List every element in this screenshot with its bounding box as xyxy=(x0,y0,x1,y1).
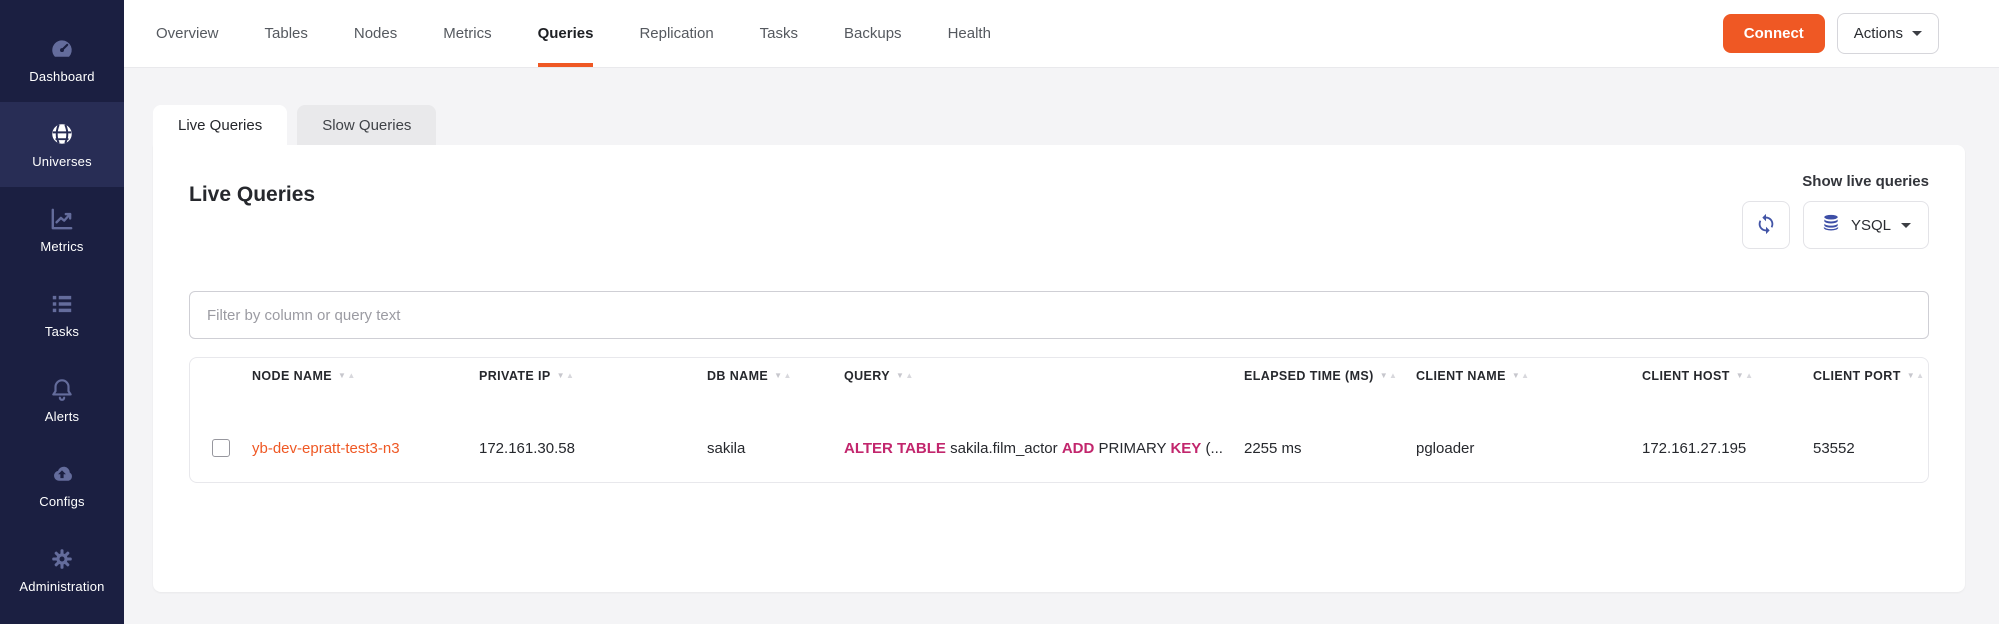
client-name-cell: pgloader xyxy=(1416,440,1642,457)
sidebar-item-label: Metrics xyxy=(40,239,83,254)
sort-icon: ▼▲ xyxy=(1907,372,1925,380)
nav-tab-tasks[interactable]: Tasks xyxy=(760,0,798,67)
client-host-cell: 172.161.27.195 xyxy=(1642,440,1813,457)
nav-tab-backups[interactable]: Backups xyxy=(844,0,902,67)
control-row: YSQL xyxy=(1742,201,1929,249)
sidebar-item-label: Administration xyxy=(19,579,104,594)
sort-icon: ▼▲ xyxy=(1512,372,1530,380)
app-root: Dashboard Universes Metrics xyxy=(0,0,1999,624)
row-checkbox[interactable] xyxy=(212,439,230,457)
nav-tab-replication[interactable]: Replication xyxy=(639,0,713,67)
live-query-controls: Show live queries xyxy=(1742,173,1929,249)
column-header-client-name[interactable]: CLIENT NAME ▼▲ xyxy=(1416,369,1642,383)
sidebar-item-label: Configs xyxy=(39,494,84,509)
tab-live-queries[interactable]: Live Queries xyxy=(153,105,287,145)
sort-icon: ▼▲ xyxy=(338,372,356,380)
nav-tab-queries[interactable]: Queries xyxy=(538,0,594,67)
sidebar-item-administration[interactable]: Administration xyxy=(0,527,124,612)
sidebar-item-label: Universes xyxy=(32,154,92,169)
nav-tab-health[interactable]: Health xyxy=(948,0,991,67)
node-name-link[interactable]: yb-dev-epratt-test3-n3 xyxy=(252,440,479,457)
queries-content: Live Queries Slow Queries Live Queries S… xyxy=(124,68,1999,624)
live-queries-panel: Live Queries Show live queries xyxy=(153,145,1965,592)
sort-icon: ▼▲ xyxy=(896,372,914,380)
live-queries-table: NODE NAME ▼▲ PRIVATE IP ▼▲ DB NAME ▼▲ xyxy=(189,357,1929,483)
chevron-down-icon xyxy=(1901,223,1911,228)
gear-icon xyxy=(49,546,75,572)
chevron-down-icon xyxy=(1912,31,1922,36)
actions-dropdown-label: Actions xyxy=(1854,25,1903,42)
sidebar-item-metrics[interactable]: Metrics xyxy=(0,187,124,272)
table-row: yb-dev-epratt-test3-n3 172.161.30.58 sak… xyxy=(190,414,1928,482)
sort-icon: ▼▲ xyxy=(1736,372,1754,380)
column-header-node-name[interactable]: NODE NAME ▼▲ xyxy=(252,369,479,383)
main-column: Overview Tables Nodes Metrics Queries Re… xyxy=(124,0,1999,624)
actions-dropdown-button[interactable]: Actions xyxy=(1837,13,1939,54)
table-header-row: NODE NAME ▼▲ PRIVATE IP ▼▲ DB NAME ▼▲ xyxy=(190,358,1928,414)
sort-icon: ▼▲ xyxy=(557,372,575,380)
tab-slow-queries[interactable]: Slow Queries xyxy=(297,105,436,145)
refresh-icon xyxy=(1755,213,1777,238)
sidebar-item-alerts[interactable]: Alerts xyxy=(0,357,124,442)
panel-header: Live Queries Show live queries xyxy=(189,173,1929,249)
column-header-client-port[interactable]: CLIENT PORT ▼▲ xyxy=(1813,369,1928,383)
nav-tab-overview[interactable]: Overview xyxy=(156,0,219,67)
column-header-client-host[interactable]: CLIENT HOST ▼▲ xyxy=(1642,369,1813,383)
queries-tab-bar: Live Queries Slow Queries xyxy=(153,105,1965,145)
client-port-cell: 53552 xyxy=(1813,440,1928,457)
globe-icon xyxy=(49,121,75,147)
column-header-private-ip[interactable]: PRIVATE IP ▼▲ xyxy=(479,369,707,383)
sidebar-item-label: Alerts xyxy=(45,409,79,424)
sidebar-item-tasks[interactable]: Tasks xyxy=(0,272,124,357)
column-header-elapsed-time[interactable]: ELAPSED TIME (MS) ▼▲ xyxy=(1244,369,1416,383)
nav-tab-nodes[interactable]: Nodes xyxy=(354,0,397,67)
sidebar: Dashboard Universes Metrics xyxy=(0,0,124,624)
line-chart-icon xyxy=(49,206,75,232)
elapsed-time-cell: 2255 ms xyxy=(1244,440,1416,457)
sidebar-item-label: Dashboard xyxy=(29,69,94,84)
sidebar-item-dashboard[interactable]: Dashboard xyxy=(0,17,124,102)
api-selector-dropdown[interactable]: YSQL xyxy=(1803,201,1929,249)
sidebar-item-universes[interactable]: Universes xyxy=(0,102,124,187)
column-header-db-name[interactable]: DB NAME ▼▲ xyxy=(707,369,844,383)
list-icon xyxy=(49,291,75,317)
row-checkbox-cell xyxy=(190,439,252,457)
query-text-cell: ALTER TABLE sakila.film_actor ADD PRIMAR… xyxy=(844,440,1244,457)
api-selector-value: YSQL xyxy=(1851,217,1891,234)
refresh-button[interactable] xyxy=(1742,201,1790,249)
cloud-upload-icon xyxy=(49,461,75,487)
nav-tab-metrics[interactable]: Metrics xyxy=(443,0,491,67)
bell-icon xyxy=(49,376,75,402)
database-icon xyxy=(1821,213,1841,237)
universe-nav-tabs: Overview Tables Nodes Metrics Queries Re… xyxy=(156,0,1037,67)
show-live-queries-label: Show live queries xyxy=(1802,173,1929,190)
private-ip-cell: 172.161.30.58 xyxy=(479,440,707,457)
sidebar-item-label: Tasks xyxy=(45,324,79,339)
column-header-query[interactable]: QUERY ▼▲ xyxy=(844,369,1244,383)
connect-button[interactable]: Connect xyxy=(1723,14,1825,53)
nav-tab-tables[interactable]: Tables xyxy=(265,0,308,67)
sidebar-item-configs[interactable]: Configs xyxy=(0,442,124,527)
page-title: Live Queries xyxy=(189,183,315,207)
query-filter-input[interactable] xyxy=(189,291,1929,339)
universe-topbar: Overview Tables Nodes Metrics Queries Re… xyxy=(124,0,1999,68)
dashboard-gauge-icon xyxy=(49,36,75,62)
sort-icon: ▼▲ xyxy=(1380,372,1398,380)
sort-icon: ▼▲ xyxy=(774,372,792,380)
db-name-cell: sakila xyxy=(707,440,844,457)
